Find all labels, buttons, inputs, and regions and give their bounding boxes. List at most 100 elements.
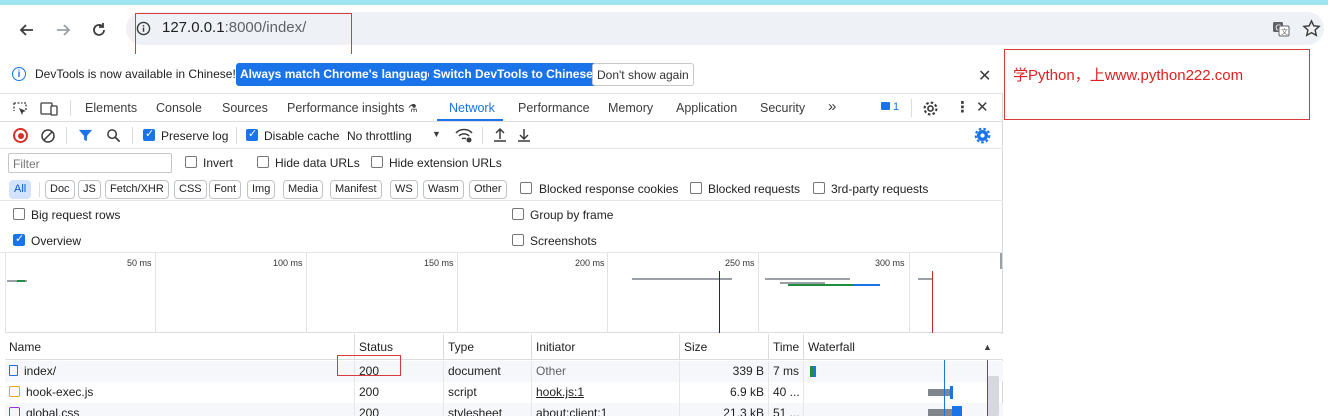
switch-to-chinese-button[interactable]: Switch DevTools to Chinese bbox=[429, 63, 597, 86]
filter-input[interactable]: Filter bbox=[8, 153, 172, 173]
network-overview-timeline[interactable]: 50 ms 100 ms 150 ms 200 ms 250 ms 300 ms bbox=[5, 253, 1003, 333]
screenshots-checkbox[interactable] bbox=[512, 234, 524, 246]
hide-extension-urls-checkbox[interactable] bbox=[371, 156, 383, 168]
forward-button[interactable] bbox=[50, 17, 76, 43]
tab-network[interactable]: Network bbox=[449, 101, 495, 115]
status-highlight-box bbox=[337, 355, 401, 376]
cell-status: 200 bbox=[355, 403, 444, 416]
tab-memory[interactable]: Memory bbox=[608, 101, 653, 115]
clear-icon[interactable] bbox=[40, 128, 56, 144]
cell-name: hook-exec.js bbox=[5, 382, 355, 403]
translate-icon[interactable]: G文 bbox=[1271, 19, 1291, 42]
timeline-bar bbox=[632, 278, 732, 280]
tab-elements[interactable]: Elements bbox=[85, 101, 137, 115]
annotation-box: 学Python，上www.python222.com bbox=[1004, 49, 1310, 120]
table-row[interactable]: hook-exec.js 200 script hook.js:1 6.9 kB… bbox=[5, 382, 1003, 403]
tab-performance[interactable]: Performance bbox=[518, 101, 590, 115]
table-scrollbar[interactable] bbox=[987, 376, 999, 416]
dont-show-again-button[interactable]: Don't show again bbox=[592, 63, 694, 86]
infobar-close-icon[interactable]: ✕ bbox=[978, 66, 991, 86]
blocked-response-cookies-checkbox[interactable] bbox=[520, 182, 532, 194]
table-header: Name Status Type Initiator Size Time Wat… bbox=[5, 334, 1003, 360]
chip-doc[interactable]: Doc bbox=[45, 180, 75, 199]
chip-ws[interactable]: WS bbox=[390, 180, 418, 199]
hide-data-urls-checkbox[interactable] bbox=[257, 156, 269, 168]
invert-checkbox[interactable] bbox=[185, 156, 197, 168]
more-tabs-chevron-icon[interactable]: » bbox=[828, 98, 836, 115]
back-button[interactable] bbox=[14, 17, 40, 43]
record-stop-icon[interactable] bbox=[13, 128, 28, 143]
network-conditions-wifi-icon[interactable] bbox=[455, 128, 473, 143]
third-party-requests-checkbox[interactable] bbox=[813, 182, 825, 194]
col-name-header[interactable]: Name bbox=[5, 334, 355, 360]
tab-application[interactable]: Application bbox=[676, 101, 737, 115]
chip-manifest[interactable]: Manifest bbox=[330, 180, 382, 199]
col-time-header[interactable]: Time bbox=[769, 334, 804, 360]
always-match-language-button[interactable]: Always match Chrome's language bbox=[236, 63, 439, 86]
tab-security[interactable]: Security bbox=[760, 101, 805, 115]
col-type-header[interactable]: Type bbox=[444, 334, 532, 360]
info-icon: i bbox=[12, 67, 26, 81]
tab-console[interactable]: Console bbox=[156, 101, 202, 115]
device-toolbar-icon[interactable] bbox=[40, 101, 58, 117]
chip-img[interactable]: Img bbox=[247, 180, 276, 199]
chip-font[interactable]: Font bbox=[209, 180, 242, 199]
chip-fetch-xhr[interactable]: Fetch/XHR bbox=[105, 180, 169, 199]
timeline-label: 300 ms bbox=[875, 258, 905, 268]
cell-name: global.css bbox=[5, 403, 355, 416]
col-initiator-header[interactable]: Initiator bbox=[532, 334, 680, 360]
inspect-element-icon[interactable] bbox=[12, 101, 28, 117]
big-request-rows-checkbox[interactable] bbox=[13, 208, 25, 220]
settings-gear-icon[interactable] bbox=[922, 100, 939, 117]
tab-performance-insights[interactable]: Performance insights ⚗ bbox=[287, 101, 418, 115]
close-devtools-icon[interactable]: ✕ bbox=[976, 98, 989, 116]
issues-counter[interactable]: 1 bbox=[881, 101, 899, 113]
arrow-left-icon bbox=[19, 24, 33, 36]
throttling-select[interactable]: No throttling bbox=[347, 129, 412, 143]
dom-content-loaded-line bbox=[719, 271, 720, 333]
col-size-header[interactable]: Size bbox=[680, 334, 769, 360]
col-waterfall-header[interactable]: Waterfall bbox=[804, 334, 1003, 360]
export-har-icon[interactable] bbox=[517, 127, 531, 143]
import-har-icon[interactable] bbox=[493, 127, 507, 143]
group-by-frame-label: Group by frame bbox=[530, 208, 614, 222]
overview-label: Overview bbox=[31, 234, 82, 248]
chevron-down-icon[interactable]: ▼ bbox=[432, 129, 441, 139]
tab-sources[interactable]: Sources bbox=[222, 101, 268, 115]
chip-js[interactable]: JS bbox=[78, 180, 101, 199]
overview-checkbox[interactable] bbox=[13, 232, 25, 246]
cell-type: script bbox=[444, 382, 532, 403]
network-settings-gear-icon[interactable] bbox=[974, 127, 991, 144]
chip-all[interactable]: All bbox=[9, 180, 32, 199]
chip-css[interactable]: CSS bbox=[174, 180, 207, 199]
cell-initiator-link[interactable]: hook.js:1 bbox=[532, 382, 680, 403]
timeline-bar bbox=[17, 280, 25, 282]
table-row[interactable]: index/ 200 document Other 339 B 7 ms bbox=[5, 361, 1003, 382]
disable-cache-checkbox[interactable] bbox=[246, 127, 258, 141]
url-highlight-box bbox=[135, 13, 352, 57]
chip-wasm[interactable]: Wasm bbox=[423, 180, 464, 199]
cell-waterfall bbox=[804, 361, 1003, 382]
devtools-panel: i DevTools is now available in Chinese! … bbox=[0, 54, 1003, 416]
disable-cache-label: Disable cache bbox=[264, 129, 340, 143]
group-by-frame-checkbox[interactable] bbox=[512, 208, 524, 220]
filter-funnel-icon[interactable] bbox=[78, 128, 93, 143]
chip-other[interactable]: Other bbox=[469, 180, 507, 199]
waterfall-load-line bbox=[987, 360, 988, 416]
big-request-rows-label: Big request rows bbox=[31, 208, 121, 222]
search-icon[interactable] bbox=[106, 128, 121, 143]
bookmark-star-icon[interactable] bbox=[1302, 19, 1321, 41]
chip-media[interactable]: Media bbox=[283, 180, 323, 199]
more-options-icon[interactable]: ⋮ bbox=[955, 98, 970, 116]
sort-up-icon[interactable]: ▲ bbox=[983, 342, 992, 352]
annotation-text: 学Python，上www.python222.com bbox=[1013, 67, 1244, 84]
table-row[interactable]: global.css 200 stylesheet about:client:1… bbox=[5, 403, 1003, 416]
blocked-requests-checkbox[interactable] bbox=[690, 182, 702, 194]
reload-button[interactable] bbox=[86, 17, 112, 43]
timeline-gridline bbox=[5, 253, 6, 333]
preserve-log-checkbox[interactable] bbox=[143, 127, 155, 141]
timeline-resize-handle[interactable] bbox=[1000, 253, 1002, 269]
cell-size: 339 B bbox=[680, 361, 769, 382]
preserve-log-label: Preserve log bbox=[161, 129, 229, 143]
filter-row: Filter Invert Hide data URLs Hide extens… bbox=[0, 149, 1003, 176]
